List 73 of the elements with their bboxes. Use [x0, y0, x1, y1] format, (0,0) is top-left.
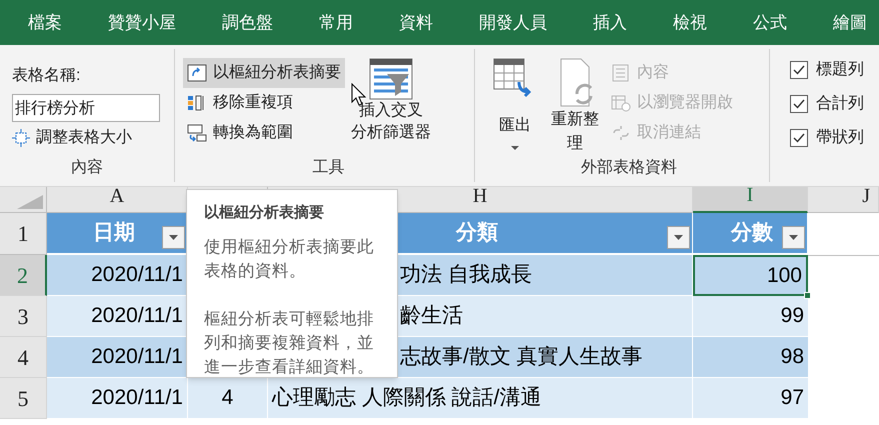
resize-table-button[interactable]: 調整表格大小	[12, 126, 132, 150]
ribbon-tab[interactable]: 繪圖	[833, 10, 867, 36]
checkbox[interactable]	[790, 95, 808, 113]
resize-icon	[12, 129, 30, 147]
table-cell: 2020/11/1	[47, 378, 188, 419]
table-cell: 2020/11/1	[47, 255, 188, 296]
convert-range-icon	[187, 124, 207, 142]
button-label: 插入交叉	[359, 100, 423, 121]
table-cell: 97	[693, 378, 808, 419]
header-text: 日期	[93, 220, 135, 246]
group-label: 外部表格資料	[581, 158, 677, 178]
table-cell: 100	[693, 255, 808, 296]
checkmark-icon	[793, 99, 805, 109]
caret-icon	[169, 235, 178, 240]
caret-icon	[789, 235, 798, 240]
button-label: 理	[567, 134, 583, 154]
table-name-label: 表格名稱:	[12, 66, 82, 86]
checkbox-label: 合計列	[816, 94, 864, 114]
ribbon-tab[interactable]: 檢視	[673, 10, 707, 36]
group-label: 工具	[312, 158, 344, 178]
ribbon-button[interactable]: 以樞紐分析表摘要	[183, 58, 345, 88]
refresh-button[interactable]: 重新整 理	[545, 58, 605, 156]
table-globe-icon	[611, 94, 631, 112]
filter-dropdown-button[interactable]	[162, 226, 185, 249]
row-header[interactable]: 4	[0, 337, 47, 378]
row-header[interactable]: 5	[0, 378, 47, 419]
pivot-table-icon	[187, 64, 207, 82]
ribbon-tab[interactable]: 公式	[753, 10, 787, 36]
row-header[interactable]: 2	[0, 255, 47, 296]
filter-dropdown-button[interactable]	[782, 226, 805, 249]
ribbon-tab[interactable]: 檔案	[28, 10, 62, 36]
header-text: 分類	[456, 220, 498, 246]
table-cell: 99	[693, 296, 808, 337]
table-cell: 4	[188, 378, 268, 419]
column-header[interactable]: A	[47, 187, 188, 213]
caret-icon	[674, 235, 683, 240]
header-text: 分數	[731, 220, 773, 246]
button-label: 匯出	[499, 116, 531, 136]
ribbon-tab[interactable]: 資料	[399, 10, 433, 36]
table-name-field[interactable]: 排行榜分析	[12, 94, 160, 122]
column-header[interactable]: I	[693, 187, 808, 213]
checkbox-label: 標題列	[816, 60, 864, 80]
table-cell: 2020/11/1	[47, 337, 188, 378]
list-icon	[611, 64, 631, 82]
row-header[interactable]: 3	[0, 296, 47, 337]
ribbon-tab[interactable]: 調色盤	[222, 10, 273, 36]
filter-dropdown-button[interactable]	[667, 226, 690, 249]
group-label: 內容	[71, 158, 104, 178]
table-cell: 2020/11/1	[47, 296, 188, 337]
broken-link-icon	[611, 124, 631, 142]
button-label: 重新整	[551, 110, 599, 130]
triangle-icon	[17, 195, 43, 209]
export-button[interactable]: 匯出	[489, 58, 541, 156]
ribbon-button[interactable]: 轉換為範圍	[183, 118, 297, 148]
ribbon-tab[interactable]: 常用	[319, 10, 353, 36]
insert-slicer-button[interactable]: 插入交叉 分析篩選器	[351, 58, 431, 148]
ribbon-tab[interactable]: 贊贊小屋	[108, 10, 176, 36]
table-cell: 心理勵志 人際關係 說話/溝通	[268, 378, 693, 419]
row-header[interactable]: 1	[0, 213, 47, 255]
fill-handle[interactable]	[804, 292, 811, 299]
checkmark-icon	[793, 133, 805, 143]
ribbon-tab[interactable]: 插入	[593, 10, 627, 36]
slicer-icon	[369, 58, 413, 100]
ribbon-button[interactable]: 移除重複項	[183, 88, 297, 118]
checkbox[interactable]	[790, 129, 808, 147]
checkbox[interactable]	[790, 61, 808, 79]
checkbox-label: 帶狀列	[816, 128, 864, 148]
column-header[interactable]: J	[808, 187, 879, 213]
table-cell: 98	[693, 337, 808, 378]
caret-icon	[511, 146, 519, 150]
button-label: 分析篩選器	[351, 123, 431, 143]
ribbon-tab[interactable]: 開發人員	[479, 10, 547, 36]
checkmark-icon	[793, 65, 805, 75]
